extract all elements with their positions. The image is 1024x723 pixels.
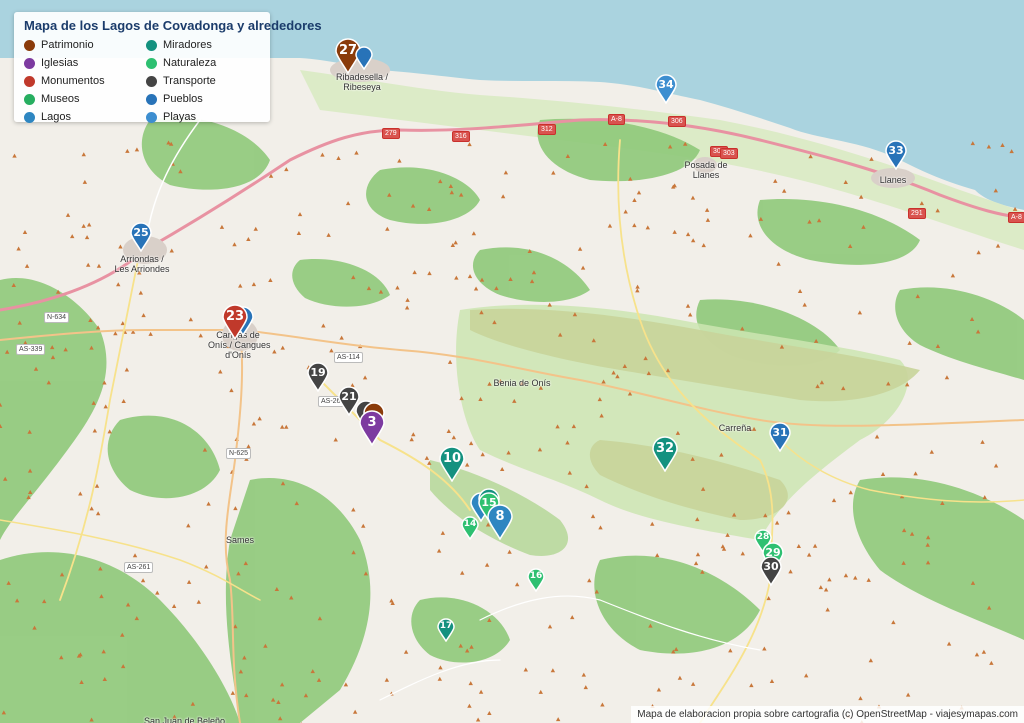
legend-swatch xyxy=(24,39,35,51)
map-pin-icon xyxy=(355,46,373,70)
legend-items: Patrimonio Miradores Iglesias Naturaleza Mon… xyxy=(24,37,260,125)
map-marker-pueblos[interactable]: 31 xyxy=(769,422,791,452)
map-marker-monumentos[interactable]: 23 xyxy=(222,304,248,340)
place-label: Sames xyxy=(225,535,254,545)
map-marker-miradores[interactable]: 17 xyxy=(437,618,455,642)
place-label: Benia de Onís xyxy=(493,378,551,388)
legend-label: Miradores xyxy=(163,39,212,51)
legend-label: Transporte xyxy=(163,75,216,87)
legend-label: Museos xyxy=(41,93,80,105)
place-label: Arriondas / Les Arriondes xyxy=(114,254,170,274)
road-shield: N-625 xyxy=(226,448,252,459)
legend-swatch xyxy=(146,93,157,105)
map-marker-transporte[interactable]: 19 xyxy=(307,362,329,392)
map-pin-icon xyxy=(527,568,545,592)
road-shield: N-634 xyxy=(44,312,70,323)
legend-swatch xyxy=(146,75,157,87)
legend-item-miradores: Miradores xyxy=(146,37,268,53)
place-label: Ribadesella / Ribeseya xyxy=(335,72,389,92)
map-marker-miradores[interactable]: 32 xyxy=(652,436,678,472)
legend-label: Naturaleza xyxy=(163,57,217,69)
map-marker-lagos[interactable]: 8 xyxy=(487,504,513,540)
legend-item-museos: Museos xyxy=(24,91,146,107)
legend-swatch xyxy=(24,57,35,69)
map-view[interactable]: Ribadesella / Ribeseya Arriondas / Les Ar… xyxy=(0,0,1024,723)
legend-label: Lagos xyxy=(41,111,71,123)
legend-item-patrimonio: Patrimonio xyxy=(24,37,146,53)
road-shield: A-8 xyxy=(608,114,625,125)
map-marker-naturaleza[interactable]: 14 xyxy=(461,516,479,540)
map-marker-naturaleza[interactable]: 16 xyxy=(527,568,545,592)
road-shield: AS-261 xyxy=(124,562,154,573)
legend-label: Patrimonio xyxy=(41,39,94,51)
map-pin-icon xyxy=(652,436,678,472)
map-pin-icon xyxy=(359,410,385,446)
legend-item-monumentos: Monumentos xyxy=(24,73,146,89)
map-pin-icon xyxy=(760,556,782,586)
map-marker-pueblos[interactable]: 25 xyxy=(130,222,152,252)
map-pin-icon xyxy=(222,304,248,340)
map-marker-pueblos[interactable]: 33 xyxy=(885,140,907,170)
map-pin-icon xyxy=(130,222,152,252)
legend-item-naturaleza: Naturaleza xyxy=(146,55,268,71)
legend-title: Mapa de los Lagos de Covadonga y alreded… xyxy=(24,18,322,33)
legend-item-lagos: Lagos xyxy=(24,109,146,125)
map-pin-icon xyxy=(769,422,791,452)
map-pin-icon xyxy=(439,446,465,482)
legend-label: Playas xyxy=(163,111,197,123)
legend-swatch xyxy=(146,57,157,69)
legend-swatch xyxy=(24,111,35,123)
map-pin-icon xyxy=(885,140,907,170)
map-marker-iglesias[interactable]: 3 xyxy=(359,410,385,446)
legend-item-transporte: Transporte xyxy=(146,73,268,89)
map-pin-icon xyxy=(655,74,677,104)
legend-swatch xyxy=(146,39,157,51)
map-marker-pueblos[interactable] xyxy=(355,46,373,70)
legend-item-iglesias: Iglesias xyxy=(24,55,146,71)
legend-swatch xyxy=(24,93,35,105)
road-shield: 291 xyxy=(908,208,926,219)
road-shield: AS-114 xyxy=(334,352,363,363)
road-shield: A-8 xyxy=(1008,212,1024,223)
map-marker-transporte[interactable]: 30 xyxy=(760,556,782,586)
road-shield: 303 xyxy=(720,148,738,159)
map-pin-icon xyxy=(487,504,513,540)
place-label: Llanes xyxy=(879,175,907,185)
legend-item-pueblos: Pueblos xyxy=(146,91,268,107)
road-shield: 316 xyxy=(452,131,470,142)
map-legend: Mapa de los Lagos de Covadonga y alreded… xyxy=(14,12,322,125)
legend-swatch xyxy=(24,75,35,87)
place-label: San Juan de Beleño xyxy=(144,716,226,723)
map-marker-miradores[interactable]: 10 xyxy=(439,446,465,482)
map-marker-playas[interactable]: 34 xyxy=(655,74,677,104)
map-pin-icon xyxy=(437,618,455,642)
road-shield: 312 xyxy=(538,124,556,135)
map-pin-icon xyxy=(307,362,329,392)
map-attribution[interactable]: Mapa de elaboracion propia sobre cartogr… xyxy=(631,706,1024,723)
place-label: Carreña xyxy=(718,423,752,433)
map-pin-icon xyxy=(461,516,479,540)
road-shield: 279 xyxy=(382,128,400,139)
road-shield: AS-339 xyxy=(16,344,46,355)
legend-swatch xyxy=(146,111,157,123)
legend-item-playas: Playas xyxy=(146,109,268,125)
place-label: Posada de Llanes xyxy=(684,160,728,180)
legend-label: Pueblos xyxy=(163,93,203,105)
road-shield: 306 xyxy=(668,116,686,127)
legend-label: Monumentos xyxy=(41,75,105,87)
legend-label: Iglesias xyxy=(41,57,79,69)
